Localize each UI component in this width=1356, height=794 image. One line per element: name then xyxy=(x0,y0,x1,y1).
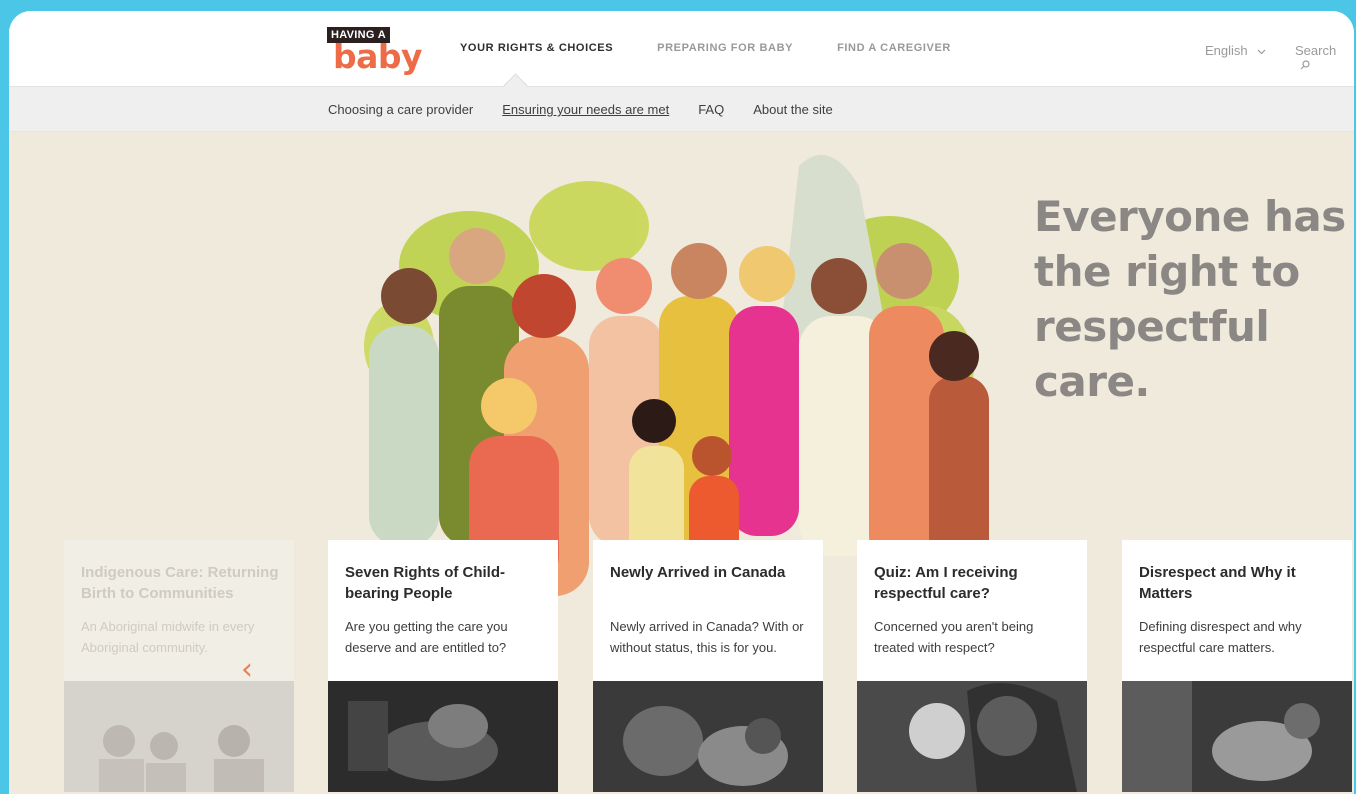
logo-text-baby: baby xyxy=(333,37,423,76)
nav-preparing-for-baby[interactable]: PREPARING FOR BABY xyxy=(657,42,793,54)
search-label: Search xyxy=(1295,43,1337,58)
card-description: Newly arrived in Canada? With or without… xyxy=(610,619,804,655)
card-title: Newly Arrived in Canada xyxy=(610,564,786,581)
card-photo xyxy=(593,681,823,792)
chevron-left-icon: ‹ xyxy=(241,652,253,687)
card-photo xyxy=(1122,681,1352,792)
site-logo[interactable]: HAVING A baby xyxy=(327,25,423,77)
nav-find-a-caregiver[interactable]: FIND A CAREGIVER xyxy=(837,42,951,54)
card-photo xyxy=(328,681,558,792)
card-description: Are you getting the care you deserve and… xyxy=(345,619,508,655)
card-description: Defining disrespect and why respectful c… xyxy=(1139,619,1302,655)
site-header: HAVING A baby YOUR RIGHTS & CHOICES PREP… xyxy=(9,11,1354,87)
card-description: Concerned you aren't being treated with … xyxy=(874,619,1034,655)
nav-your-rights-choices[interactable]: YOUR RIGHTS & CHOICES xyxy=(460,42,613,54)
card-quiz[interactable]: Quiz: Am I receiving respectful care? Co… xyxy=(857,540,1087,792)
search-icon xyxy=(1300,58,1310,73)
card-title: Seven Rights of Child-bearing People xyxy=(345,564,506,602)
subnav-faq[interactable]: FAQ xyxy=(698,102,724,117)
carousel-prev-button[interactable]: ‹ xyxy=(241,652,253,687)
browser-page: HAVING A baby YOUR RIGHTS & CHOICES PREP… xyxy=(9,11,1354,794)
search-button[interactable]: Search xyxy=(1295,43,1354,73)
card-title: Indigenous Care: Returning Birth to Comm… xyxy=(81,564,279,602)
sub-nav-bar: Choosing a care provider Ensuring your n… xyxy=(9,87,1354,132)
subnav-choosing-provider[interactable]: Choosing a care provider xyxy=(328,102,473,117)
sub-nav: Choosing a care provider Ensuring your n… xyxy=(328,102,862,117)
card-photo xyxy=(857,681,1087,792)
chevron-down-icon xyxy=(1257,43,1266,58)
card-seven-rights[interactable]: Seven Rights of Child-bearing People Are… xyxy=(328,540,558,792)
card-title: Disrespect and Why it Matters xyxy=(1139,564,1296,602)
card-disrespect[interactable]: Disrespect and Why it Matters Defining d… xyxy=(1122,540,1352,792)
language-label: English xyxy=(1205,43,1248,58)
card-indigenous-care[interactable]: Indigenous Care: Returning Birth to Comm… xyxy=(64,540,294,792)
subnav-ensuring-needs[interactable]: Ensuring your needs are met xyxy=(502,102,669,117)
card-photo xyxy=(64,681,294,792)
language-selector[interactable]: English xyxy=(1205,43,1266,58)
hero-headline: Everyone has the right to respectful car… xyxy=(1034,192,1346,406)
subnav-about[interactable]: About the site xyxy=(753,102,833,117)
main-nav: YOUR RIGHTS & CHOICES PREPARING FOR BABY… xyxy=(460,42,995,54)
card-newly-arrived[interactable]: Newly Arrived in Canada Newly arrived in… xyxy=(593,540,823,792)
card-title: Quiz: Am I receiving respectful care? xyxy=(874,564,1018,602)
